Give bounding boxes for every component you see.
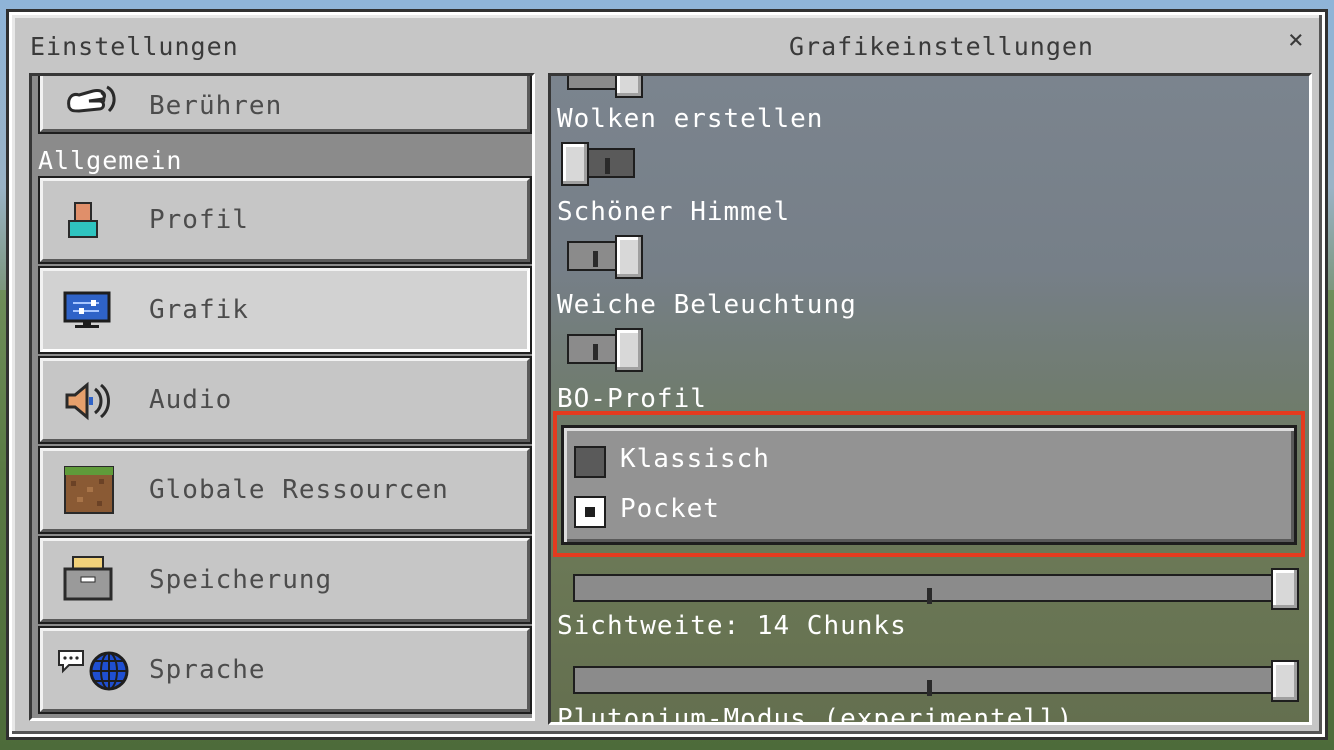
radio-classic-label[interactable]: Klassisch (620, 444, 770, 474)
radio-classic[interactable] (574, 446, 606, 478)
profile-icon (63, 199, 117, 243)
graphics-settings-panel[interactable]: Wolken erstellen Schöner Himmel Weiche B… (548, 73, 1312, 725)
upper-slider[interactable] (573, 568, 1299, 610)
sidebar-item-label: Globale Ressourcen (149, 475, 449, 505)
sidebar-item-global-resources[interactable]: Globale Ressourcen (38, 446, 532, 534)
monitor-icon (63, 289, 117, 333)
language-globe-icon (55, 649, 129, 693)
slider-knob[interactable] (1271, 568, 1299, 610)
clouds-toggle[interactable] (561, 142, 635, 186)
slider-rail (573, 574, 1285, 604)
speaker-icon (63, 379, 117, 423)
graphics-settings-title: Grafikeinstellungen (789, 32, 1094, 61)
sidebar-item-label: Profil (149, 205, 249, 235)
toggle-knob (561, 142, 589, 186)
ui-profile-label: BO-Profil (557, 384, 707, 414)
toggle-knob (615, 235, 643, 279)
sidebar-item-graphics[interactable]: Grafik (38, 266, 532, 354)
render-distance-label: Sichtweite: 14 Chunks (557, 611, 907, 641)
storage-folder-icon (63, 556, 117, 603)
sidebar-item-audio[interactable]: Audio (38, 356, 532, 444)
smooth-lighting-label: Weiche Beleuchtung (557, 290, 857, 320)
plutonium-mode-label: Plutonium-Modus (experimentell) (557, 704, 1074, 725)
close-button[interactable]: × (1288, 25, 1304, 55)
settings-window: Einstellungen Grafikeinstellungen × Berü… (9, 12, 1325, 737)
render-distance-slider[interactable] (573, 660, 1299, 702)
slider-knob[interactable] (1271, 660, 1299, 702)
settings-sidebar[interactable]: Berühren Allgemein Profil Grafik Audio G… (29, 73, 535, 721)
sidebar-item-profile[interactable]: Profil (38, 176, 532, 264)
toggle-knob (615, 76, 643, 98)
radio-pocket[interactable] (574, 496, 606, 528)
fancy-sky-toggle[interactable] (561, 235, 643, 279)
toggle-knob (615, 328, 643, 372)
radio-pocket-label[interactable]: Pocket (620, 494, 720, 524)
sidebar-item-storage[interactable]: Speicherung (38, 536, 532, 624)
dirt-block-icon (63, 466, 117, 514)
clouds-label: Wolken erstellen (557, 104, 824, 134)
section-label-general: Allgemein (38, 146, 183, 175)
fancy-sky-label: Schöner Himmel (557, 197, 791, 227)
slider-rail (573, 666, 1285, 696)
sidebar-item-label: Berühren (149, 91, 283, 121)
sidebar-item-label: Audio (149, 385, 233, 415)
touch-hand-icon (63, 77, 117, 121)
sidebar-item-touch[interactable]: Berühren (38, 76, 532, 134)
sidebar-item-label: Sprache (149, 655, 266, 685)
sidebar-item-language[interactable]: Sprache (38, 626, 532, 714)
sidebar-item-label: Grafik (149, 295, 249, 325)
smooth-lighting-toggle[interactable] (561, 328, 643, 372)
ui-profile-options: Klassisch Pocket (561, 425, 1297, 545)
settings-title: Einstellungen (30, 32, 239, 61)
sidebar-item-label: Speicherung (149, 565, 333, 595)
toggle-partial-top[interactable] (561, 76, 643, 98)
